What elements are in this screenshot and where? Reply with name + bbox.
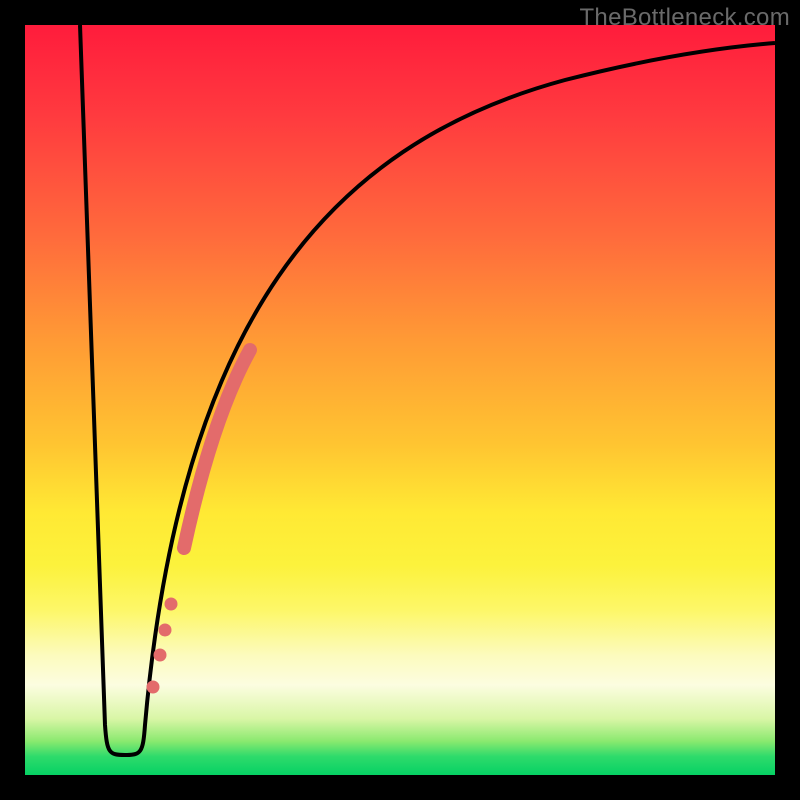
highlight-dot [154,649,167,662]
chart-frame: TheBottleneck.com [0,0,800,800]
bottleneck-curve [80,25,775,755]
highlight-dot [165,598,178,611]
highlight-dot [147,681,160,694]
plot-area [25,25,775,775]
chart-svg [25,25,775,775]
highlight-dot [159,624,172,637]
highlight-segment [184,350,250,548]
watermark-text: TheBottleneck.com [579,4,790,32]
